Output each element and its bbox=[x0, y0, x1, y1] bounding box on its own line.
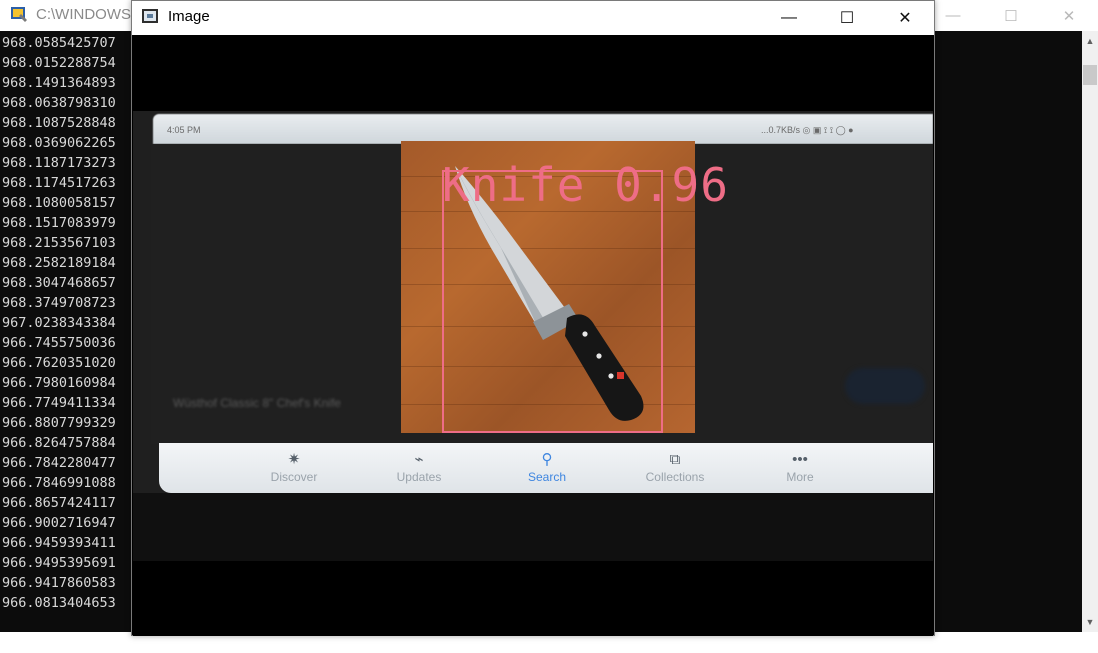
nav-discover-label: Discover bbox=[270, 470, 318, 484]
updates-icon: ⌁ bbox=[414, 451, 424, 468]
console-line: 968.1187173273 bbox=[2, 155, 116, 171]
console-scrollbar[interactable]: ▲ ▼ bbox=[1082, 31, 1098, 632]
console-line: 966.8657424117 bbox=[2, 495, 116, 511]
console-window-controls: — ☐ ✕ bbox=[924, 0, 1098, 31]
nav-search-label: Search bbox=[527, 470, 567, 484]
nav-discover: ✷ Discover bbox=[249, 450, 339, 484]
console-line: 966.9495395691 bbox=[2, 555, 116, 571]
image-window: Image — ☐ ✕ 4:05 PM ...0.7KB/s ◎ ▣ ⟟ ⟟ ◯… bbox=[131, 0, 935, 636]
discover-icon: ✷ bbox=[287, 451, 301, 468]
console-line: 968.0585425707 bbox=[2, 35, 116, 51]
console-line: 966.0813404653 bbox=[2, 595, 116, 611]
console-line: 968.1517083979 bbox=[2, 215, 116, 231]
console-title: C:\WINDOWS\ bbox=[36, 6, 136, 23]
detection-label: Knife 0.96 bbox=[442, 158, 729, 212]
console-line: 966.9459393411 bbox=[2, 535, 116, 551]
blurred-product-title: Wüsthof Classic 8" Chef's Knife bbox=[173, 396, 341, 410]
phone-lower-edge bbox=[133, 493, 933, 561]
image-app-icon bbox=[142, 9, 158, 23]
console-line: 968.1174517263 bbox=[2, 175, 116, 191]
nav-search: ⚲ Search bbox=[502, 450, 592, 484]
close-button[interactable]: ✕ bbox=[876, 1, 934, 35]
console-line: 968.1491364893 bbox=[2, 75, 116, 91]
console-line: 966.9417860583 bbox=[2, 575, 116, 591]
console-line: 966.7455750036 bbox=[2, 335, 116, 351]
console-line: 966.9002716947 bbox=[2, 515, 116, 531]
camera-frame: 4:05 PM ...0.7KB/s ◎ ▣ ⟟ ⟟ ◯ ● Wüsthof C… bbox=[133, 36, 933, 636]
console-line: 968.1080058157 bbox=[2, 195, 116, 211]
console-output: 968.0585425707 968.0152288754 968.14913648… bbox=[2, 33, 116, 613]
console-line: 968.0152288754 bbox=[2, 55, 116, 71]
console-close-button[interactable]: ✕ bbox=[1040, 0, 1098, 31]
console-line: 968.3047468657 bbox=[2, 275, 116, 291]
image-window-controls: — ☐ ✕ bbox=[760, 1, 934, 35]
console-line: 966.7842280477 bbox=[2, 455, 116, 471]
more-icon: ••• bbox=[792, 451, 808, 468]
console-line: 966.7749411334 bbox=[2, 395, 116, 411]
console-line: 966.7846991088 bbox=[2, 475, 116, 491]
nav-updates: ⌁ Updates bbox=[374, 450, 464, 484]
console-line: 966.7980160984 bbox=[2, 375, 116, 391]
image-window-titlebar[interactable]: Image — ☐ ✕ bbox=[132, 1, 934, 35]
scroll-up-arrow-icon[interactable]: ▲ bbox=[1082, 31, 1098, 51]
nav-collections-label: Collections bbox=[645, 470, 705, 484]
nav-updates-label: Updates bbox=[396, 470, 442, 484]
console-line: 968.0369062265 bbox=[2, 135, 116, 151]
console-line: 967.0238343384 bbox=[2, 315, 116, 331]
nav-collections: ⧉ Collections bbox=[630, 450, 720, 484]
console-line: 968.1087528848 bbox=[2, 115, 116, 131]
scroll-down-arrow-icon[interactable]: ▼ bbox=[1082, 612, 1098, 632]
console-app-icon bbox=[11, 7, 27, 22]
image-window-title: Image bbox=[168, 8, 210, 25]
console-line: 966.7620351020 bbox=[2, 355, 116, 371]
console-line: 968.3749708723 bbox=[2, 295, 116, 311]
console-line: 966.8264757884 bbox=[2, 435, 116, 451]
search-icon: ⚲ bbox=[541, 451, 553, 468]
console-line: 966.8807799329 bbox=[2, 415, 116, 431]
console-maximize-button[interactable]: ☐ bbox=[982, 0, 1040, 31]
nav-more: ••• More bbox=[755, 450, 845, 484]
console-line: 968.2582189184 bbox=[2, 255, 116, 271]
collections-icon: ⧉ bbox=[669, 451, 681, 468]
blurred-button bbox=[845, 368, 925, 404]
console-line: 968.0638798310 bbox=[2, 95, 116, 111]
minimize-button[interactable]: — bbox=[760, 1, 818, 35]
maximize-button[interactable]: ☐ bbox=[818, 1, 876, 35]
nav-more-label: More bbox=[786, 470, 814, 484]
console-line: 968.2153567103 bbox=[2, 235, 116, 251]
scrollbar-thumb[interactable] bbox=[1083, 65, 1097, 85]
